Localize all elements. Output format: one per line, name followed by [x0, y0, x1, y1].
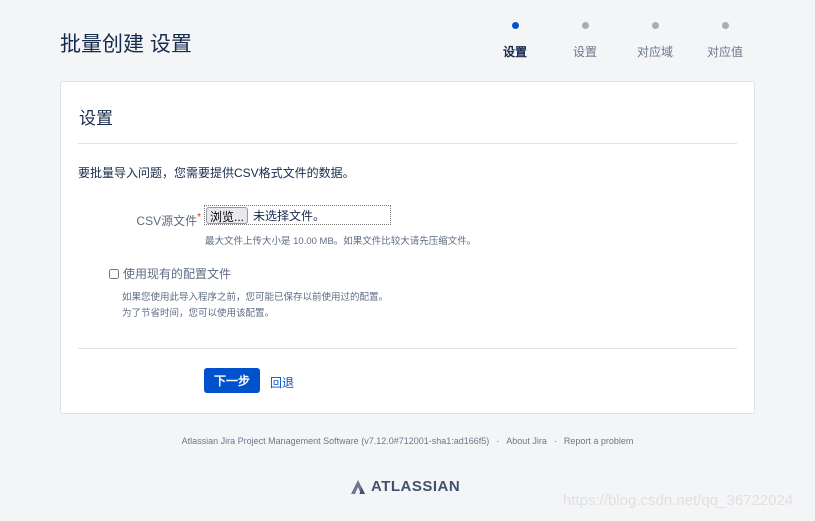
report-problem-link[interactable]: Report a problem — [564, 436, 634, 446]
config-hint-1: 如果您使用此导入程序之前，您可能已保存以前使用过的配置。 — [122, 292, 389, 303]
csv-label-text: CSV源文件 — [136, 214, 198, 228]
intro-text: 要批量导入问题，您需要提供CSV格式文件的数据。 — [78, 166, 355, 180]
step-label: 对应值 — [706, 45, 743, 59]
atlassian-logo-icon — [351, 479, 365, 494]
settings-panel: 设置 要批量导入问题，您需要提供CSV格式文件的数据。 CSV源文件* 浏览..… — [60, 81, 755, 414]
panel-heading: 设置 — [79, 109, 113, 128]
step-settings-1: 设置 — [480, 22, 550, 60]
required-mark: * — [197, 212, 201, 223]
next-button[interactable]: 下一步 — [204, 368, 260, 393]
step-settings-2: 设置 — [550, 22, 620, 60]
csv-file-input[interactable]: 浏览... 未选择文件。 — [204, 205, 391, 225]
footer: Atlassian Jira Project Management Softwa… — [0, 436, 815, 446]
step-dot — [651, 22, 659, 29]
step-dot — [721, 22, 729, 29]
use-config-checkbox-row[interactable]: 使用现有的配置文件 — [109, 265, 231, 282]
logo-text: ATLASSIAN — [371, 478, 461, 495]
use-config-checkbox[interactable] — [109, 268, 119, 279]
step-label: 设置 — [502, 45, 527, 59]
back-link[interactable]: 回退 — [270, 374, 294, 391]
separator: · — [496, 436, 500, 446]
step-map-fields: 对应域 — [620, 22, 690, 60]
browse-button[interactable]: 浏览... — [206, 206, 249, 224]
divider — [78, 348, 737, 349]
use-config-label: 使用现有的配置文件 — [123, 267, 232, 281]
watermark: https://blog.csdn.net/qq_36722024 — [563, 492, 794, 509]
progress-tracker: 设置 设置 对应域 对应值 — [480, 22, 760, 60]
step-label: 设置 — [572, 45, 597, 59]
step-dot — [581, 22, 589, 29]
csv-file-label: CSV源文件* — [123, 212, 201, 229]
config-hint-2: 为了节省时间，您可以使用该配置。 — [122, 308, 275, 319]
separator: · — [553, 436, 557, 446]
divider — [78, 143, 737, 144]
software-version: Atlassian Jira Project Management Softwa… — [181, 436, 490, 446]
about-jira-link[interactable]: About Jira — [506, 436, 547, 446]
step-map-values: 对应值 — [690, 22, 760, 60]
step-dot — [511, 22, 519, 29]
atlassian-logo: ATLASSIAN — [351, 478, 460, 495]
page-title: 批量创建 设置 — [60, 33, 192, 56]
size-hint: 最大文件上传大小是 10.00 MB。如果文件比较大请先压缩文件。 — [205, 236, 477, 247]
step-label: 对应域 — [636, 45, 673, 59]
no-file-text: 未选择文件。 — [253, 208, 326, 223]
